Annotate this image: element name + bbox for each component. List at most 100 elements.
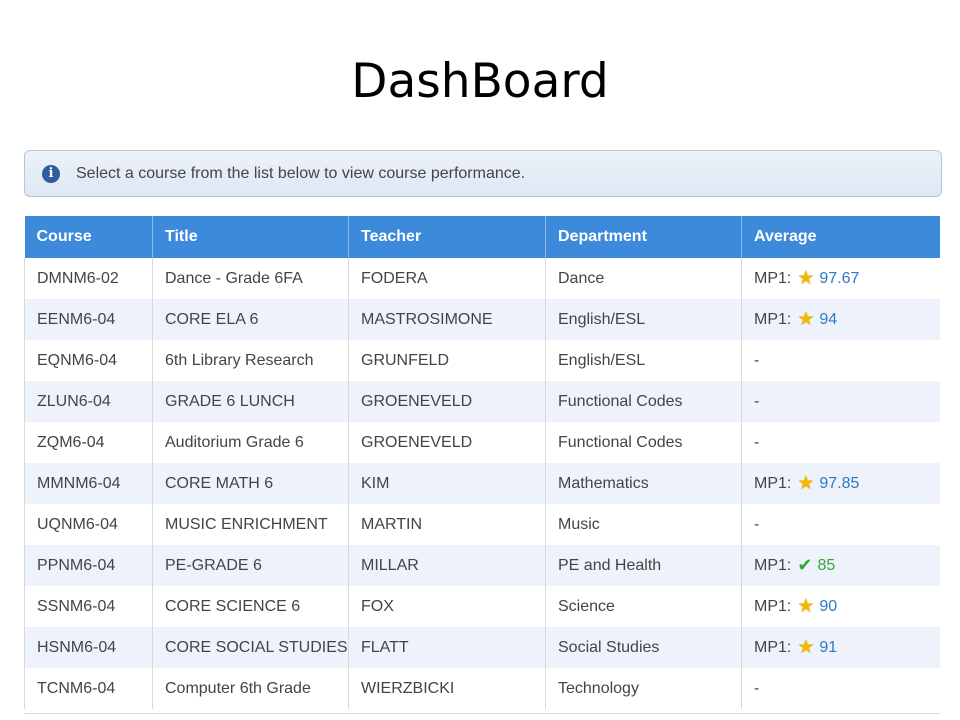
average-label: -	[754, 351, 760, 369]
cell-department: Social Studies	[545, 627, 742, 668]
table-row[interactable]: TCNM6-04 Computer 6th Grade WIERZBICKI Tech…	[24, 668, 940, 709]
average-label: MP1:	[754, 557, 792, 574]
cell-title: CORE MATH 6	[152, 463, 349, 504]
table-header-row: Course Title Teacher Department Average	[24, 216, 940, 258]
cell-average: MP1: ★ 97.67	[741, 258, 940, 299]
table-row[interactable]: EENM6-04 CORE ELA 6 MASTROSIMONE English/ES…	[24, 299, 940, 340]
column-header-department[interactable]: Department	[545, 216, 742, 258]
cell-average: -	[741, 668, 940, 709]
cell-course[interactable]: ZLUN6-04	[24, 381, 153, 422]
cell-course[interactable]: UQNM6-04	[24, 504, 153, 545]
cell-title: Dance - Grade 6FA	[152, 258, 349, 299]
cell-department: Functional Codes	[545, 422, 742, 463]
cell-average: MP1: ★ 90	[741, 586, 940, 627]
average-label: MP1:	[754, 311, 792, 328]
cell-average: -	[741, 340, 940, 381]
table-body: DMNM6-02 Dance - Grade 6FA FODERA Dance MP1:…	[24, 258, 940, 709]
cell-title: Computer 6th Grade	[152, 668, 349, 709]
cell-course[interactable]: DMNM6-02	[24, 258, 153, 299]
info-alert: i Select a course from the list below to…	[24, 150, 942, 197]
page-title: DashBoard	[351, 54, 609, 109]
average-label: MP1:	[754, 475, 792, 492]
average-value-link[interactable]: 94	[819, 311, 837, 328]
info-icon: i	[42, 164, 60, 183]
cell-course[interactable]: PPNM6-04	[24, 545, 153, 586]
cell-course[interactable]: SSNM6-04	[24, 586, 153, 627]
cell-average: MP1: ★ 97.85	[741, 463, 940, 504]
cell-title: Auditorium Grade 6	[152, 422, 349, 463]
cell-title: 6th Library Research	[152, 340, 349, 381]
average-label: MP1:	[754, 270, 792, 287]
average-label: -	[754, 392, 760, 410]
cell-teacher: FLATT	[348, 627, 546, 668]
cell-title: CORE SOCIAL STUDIES 6	[152, 627, 349, 668]
cell-course[interactable]: ZQM6-04	[24, 422, 153, 463]
cell-average: MP1: ★ 91	[741, 627, 940, 668]
table-row[interactable]: UQNM6-04 MUSIC ENRICHMENT MARTIN Music -	[24, 504, 940, 545]
cell-department: English/ESL	[545, 340, 742, 381]
table-row[interactable]: DMNM6-02 Dance - Grade 6FA FODERA Dance MP1:…	[24, 258, 940, 299]
cell-title: GRADE 6 LUNCH	[152, 381, 349, 422]
average-label: -	[754, 433, 760, 451]
cell-teacher: KIM	[348, 463, 546, 504]
table-row[interactable]: SSNM6-04 CORE SCIENCE 6 FOX Science MP1: ★ 90	[24, 586, 940, 627]
column-header-title[interactable]: Title	[152, 216, 349, 258]
star-icon: ★	[797, 309, 815, 330]
table-row[interactable]: ZLUN6-04 GRADE 6 LUNCH GROENEVELD Functiona…	[24, 381, 940, 422]
cell-course[interactable]: HSNM6-04	[24, 627, 153, 668]
cell-title: MUSIC ENRICHMENT	[152, 504, 349, 545]
cell-course[interactable]: TCNM6-04	[24, 668, 153, 709]
cell-average: MP1: ★ 94	[741, 299, 940, 340]
cell-teacher: FOX	[348, 586, 546, 627]
star-icon: ★	[797, 473, 815, 494]
average-label: -	[754, 515, 760, 533]
cell-teacher: MARTIN	[348, 504, 546, 545]
cell-title: CORE SCIENCE 6	[152, 586, 349, 627]
average-label: MP1:	[754, 639, 792, 656]
column-header-average[interactable]: Average	[741, 216, 940, 258]
average-value-link[interactable]: 90	[819, 598, 837, 615]
table-row[interactable]: HSNM6-04 CORE SOCIAL STUDIES 6 FLATT Social…	[24, 627, 940, 668]
cell-department: Technology	[545, 668, 742, 709]
average-value-link[interactable]: 97.85	[819, 475, 859, 492]
cell-average: -	[741, 504, 940, 545]
check-icon: ✔	[797, 555, 813, 575]
table-row[interactable]: EQNM6-04 6th Library Research GRUNFELD Engl…	[24, 340, 940, 381]
average-value-link[interactable]: 97.67	[819, 270, 859, 287]
average-value-link[interactable]: 85	[817, 557, 835, 574]
cell-department: Science	[545, 586, 742, 627]
average-value-link[interactable]: 91	[819, 639, 837, 656]
cell-teacher: FODERA	[348, 258, 546, 299]
cell-department: Music	[545, 504, 742, 545]
courses-table-container: Course Title Teacher Department Average …	[24, 216, 940, 714]
star-icon: ★	[797, 596, 815, 617]
cell-department: English/ESL	[545, 299, 742, 340]
column-header-teacher[interactable]: Teacher	[348, 216, 546, 258]
cell-average: -	[741, 381, 940, 422]
table-row[interactable]: MMNM6-04 CORE MATH 6 KIM Mathematics MP1: ★ 97…	[24, 463, 940, 504]
table-row[interactable]: ZQM6-04 Auditorium Grade 6 GROENEVELD Funct…	[24, 422, 940, 463]
cell-course[interactable]: EENM6-04	[24, 299, 153, 340]
cell-department: Dance	[545, 258, 742, 299]
average-label: -	[754, 679, 760, 697]
cell-department: Functional Codes	[545, 381, 742, 422]
cell-course[interactable]: MMNM6-04	[24, 463, 153, 504]
cell-teacher: GROENEVELD	[348, 381, 546, 422]
cell-department: PE and Health	[545, 545, 742, 586]
info-text: Select a course from the list below to v…	[76, 164, 526, 182]
star-icon: ★	[797, 268, 815, 289]
average-label: MP1:	[754, 598, 792, 615]
cell-title: PE-GRADE 6	[152, 545, 349, 586]
cell-teacher: MASTROSIMONE	[348, 299, 546, 340]
cell-average: MP1: ✔ 85	[741, 545, 940, 586]
table-row[interactable]: PPNM6-04 PE-GRADE 6 MILLAR PE and Health MP1…	[24, 545, 940, 586]
cell-title: CORE ELA 6	[152, 299, 349, 340]
column-header-course[interactable]: Course	[24, 216, 153, 258]
cell-course[interactable]: EQNM6-04	[24, 340, 153, 381]
courses-table: Course Title Teacher Department Average …	[24, 216, 940, 709]
cell-teacher: GROENEVELD	[348, 422, 546, 463]
cell-teacher: MILLAR	[348, 545, 546, 586]
cell-department: Mathematics	[545, 463, 742, 504]
cell-teacher: GRUNFELD	[348, 340, 546, 381]
star-icon: ★	[797, 637, 815, 658]
